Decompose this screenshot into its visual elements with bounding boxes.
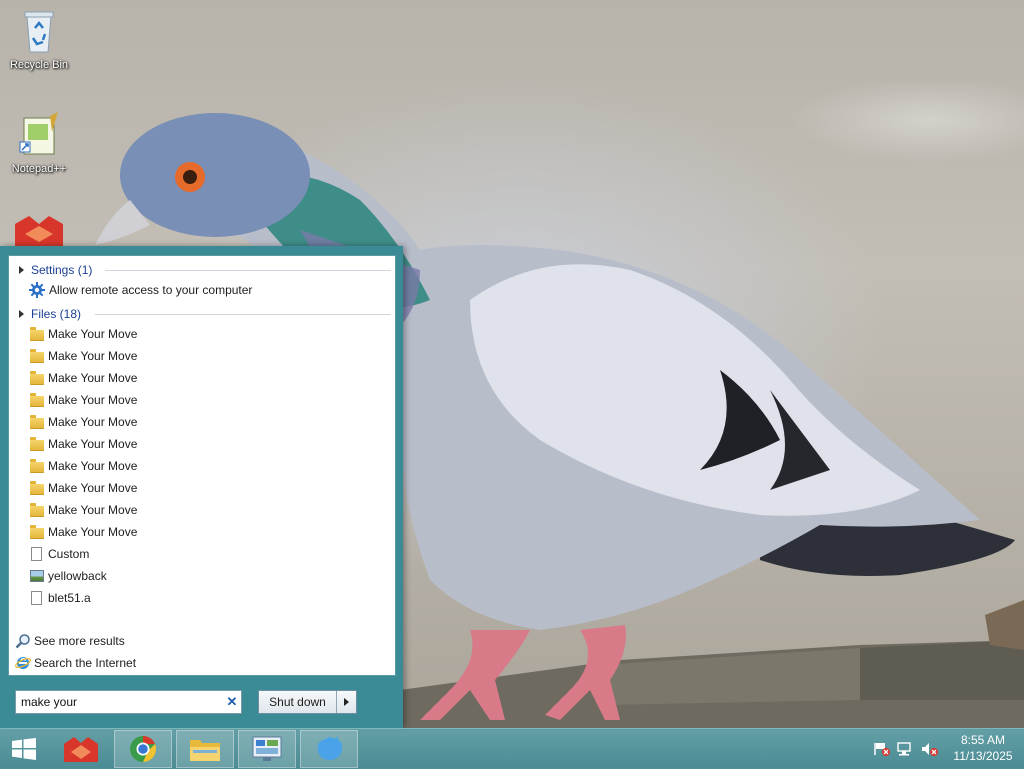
notepad-plus-plus-icon — [19, 112, 58, 155]
control-panel-icon — [252, 736, 282, 761]
search-results-panel: Settings (1) Allow remote access to your… — [8, 255, 396, 676]
desktop-icon-label: Recycle Bin — [9, 59, 69, 71]
desktop-icon-partial[interactable] — [1, 216, 77, 249]
file-result-item[interactable]: Make Your Move — [29, 500, 137, 520]
internet-explorer-icon — [15, 657, 31, 669]
folder-icon — [30, 415, 44, 429]
shutdown-button-group: Shut down — [258, 690, 357, 714]
folder-icon — [30, 437, 44, 451]
result-label: Make Your Move — [48, 459, 138, 473]
result-label: Make Your Move — [48, 415, 138, 429]
file-result-item[interactable]: yellowback — [29, 566, 107, 586]
result-label: Make Your Move — [48, 437, 138, 451]
expand-triangle-icon — [19, 310, 24, 318]
result-label: Make Your Move — [48, 371, 138, 385]
start-menu: Settings (1) Allow remote access to your… — [0, 246, 403, 728]
taskbar: 8:55 AM 11/13/2025 — [0, 728, 1024, 769]
result-label: Allow remote access to your computer — [49, 283, 253, 297]
settings-group-header[interactable]: Settings (1) — [19, 262, 391, 278]
result-label: Custom — [48, 547, 90, 561]
desktop-icon-label: Notepad++ — [11, 163, 67, 175]
folder-icon — [30, 525, 44, 539]
file-result-item[interactable]: Make Your Move — [29, 390, 137, 410]
clock-date: 11/13/2025 — [953, 749, 1013, 763]
desktop-icon-notepad-plus-plus[interactable]: Notepad++ — [1, 112, 77, 175]
result-label: Make Your Move — [48, 349, 138, 363]
result-label: Make Your Move — [48, 503, 138, 517]
file-explorer-icon — [190, 740, 220, 761]
result-label: Make Your Move — [48, 327, 138, 341]
system-tray — [872, 729, 940, 769]
clock-time: 8:55 AM — [960, 733, 1006, 747]
file-result-item[interactable]: Make Your Move — [29, 346, 137, 366]
settings-result-item[interactable]: Allow remote access to your computer — [29, 280, 252, 300]
start-search-input[interactable] — [16, 692, 223, 712]
search-internet-link[interactable]: Search the Internet — [15, 653, 136, 673]
start-button[interactable] — [2, 730, 46, 768]
see-more-results-link[interactable]: See more results — [15, 631, 125, 651]
volume-muted-icon[interactable] — [920, 741, 940, 757]
files-group-label: Files (18) — [31, 307, 82, 321]
file-result-item[interactable]: Make Your Move — [29, 522, 137, 542]
file-result-item[interactable]: Make Your Move — [29, 412, 137, 432]
folder-icon — [30, 481, 44, 495]
taskbar-app-button[interactable] — [55, 730, 107, 768]
file-result-item[interactable]: Make Your Move — [29, 434, 137, 454]
gear-icon — [29, 282, 45, 298]
result-label: yellowback — [48, 569, 107, 583]
file-result-item[interactable]: blet51.a — [29, 588, 91, 608]
files-group-header[interactable]: Files (18) — [19, 306, 391, 322]
document-icon — [31, 547, 42, 561]
document-icon — [31, 591, 42, 605]
bird-app-icon — [317, 736, 342, 760]
divider — [95, 314, 391, 315]
arrow-right-icon — [344, 698, 349, 706]
folder-icon — [30, 393, 44, 407]
expand-triangle-icon — [19, 266, 24, 274]
see-more-results-label: See more results — [34, 634, 125, 648]
shutdown-button[interactable]: Shut down — [259, 691, 337, 713]
start-icon — [12, 738, 36, 760]
action-center-flag-icon[interactable] — [872, 741, 892, 757]
clear-search-icon[interactable]: ✕ — [223, 694, 241, 710]
file-result-item[interactable]: Make Your Move — [29, 456, 137, 476]
taskbar-bird-app-button[interactable] — [300, 730, 358, 768]
recycle-bin-icon — [24, 11, 54, 53]
result-label: Make Your Move — [48, 393, 138, 407]
divider — [105, 270, 391, 271]
file-result-item[interactable]: Make Your Move — [29, 368, 137, 388]
file-result-item[interactable]: Make Your Move — [29, 478, 137, 498]
folder-icon — [30, 459, 44, 473]
file-result-item[interactable]: Make Your Move — [29, 324, 137, 344]
folder-icon — [30, 503, 44, 517]
folder-icon — [30, 327, 44, 341]
taskbar-control-panel-button[interactable] — [238, 730, 296, 768]
chrome-icon — [130, 736, 156, 762]
image-icon — [30, 570, 44, 582]
desktop-icon-recycle-bin[interactable]: Recycle Bin — [1, 8, 77, 71]
folder-icon — [30, 371, 44, 385]
settings-group-label: Settings (1) — [31, 263, 93, 277]
magnifier-icon — [15, 634, 30, 649]
search-internet-label: Search the Internet — [34, 656, 137, 670]
result-label: Make Your Move — [48, 525, 138, 539]
app-icon — [15, 216, 63, 246]
result-label: blet51.a — [48, 591, 91, 605]
file-result-item[interactable]: Custom — [29, 544, 89, 564]
network-icon[interactable] — [896, 741, 916, 757]
app-icon — [64, 737, 98, 762]
result-label: Make Your Move — [48, 481, 138, 495]
taskbar-clock[interactable]: 8:55 AM 11/13/2025 — [948, 732, 1018, 764]
shutdown-options-button[interactable] — [337, 691, 356, 713]
folder-icon — [30, 349, 44, 363]
start-search-box: ✕ — [15, 690, 242, 714]
taskbar-file-explorer-button[interactable] — [176, 730, 234, 768]
taskbar-chrome-button[interactable] — [114, 730, 172, 768]
